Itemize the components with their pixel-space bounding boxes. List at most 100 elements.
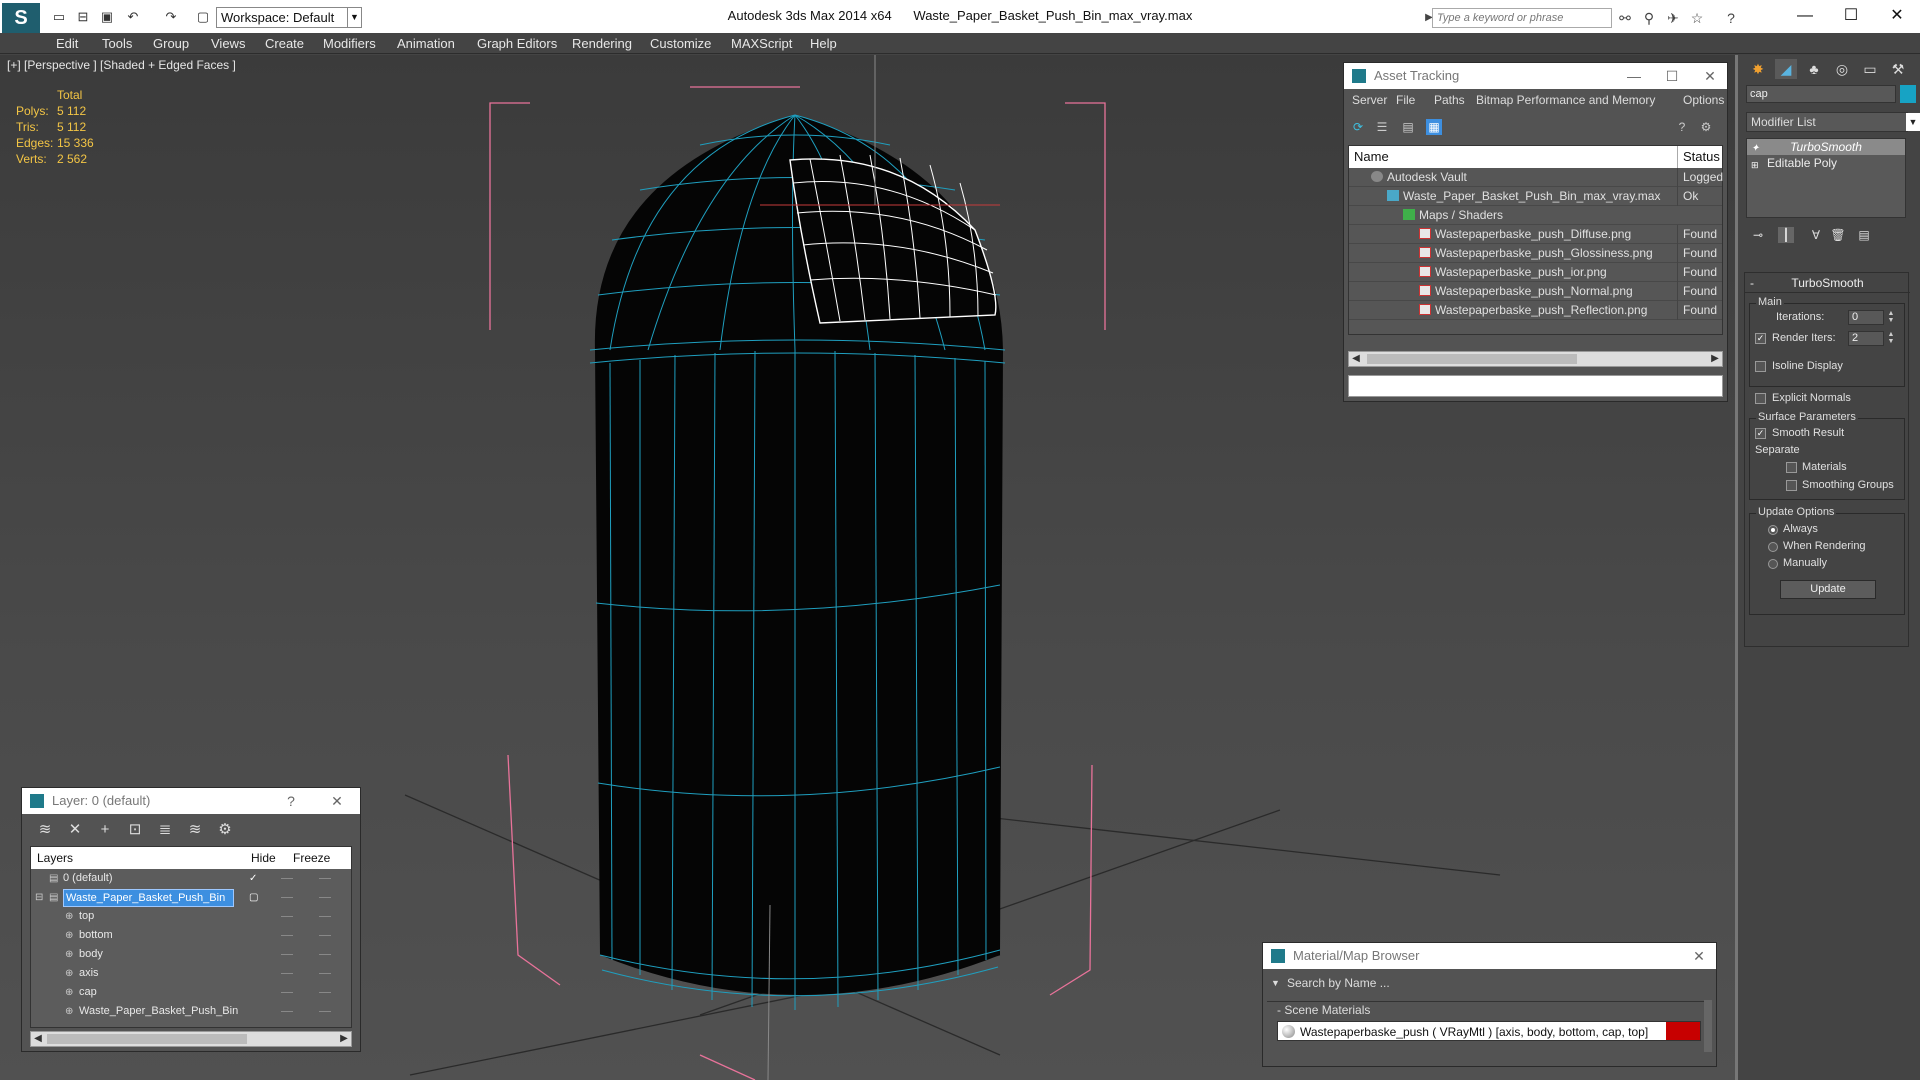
layer-settings-icon[interactable]: ⚙: [216, 821, 234, 839]
close-button[interactable]: ✕: [324, 788, 350, 814]
freeze-toggle[interactable]: [319, 897, 331, 898]
col-name[interactable]: Name: [1354, 146, 1389, 168]
current-layer-box-icon[interactable]: ▢: [249, 888, 258, 907]
table-row[interactable]: Wastepaperbaske_push_ior.png Found: [1349, 263, 1722, 282]
always-radio[interactable]: [1768, 525, 1778, 535]
stack-item-editable-poly[interactable]: ⊞ Editable Poly: [1747, 155, 1905, 171]
menu-modifiers[interactable]: Modifiers: [323, 35, 376, 52]
list-item[interactable]: ⊕ top: [31, 907, 351, 926]
maximize-button[interactable]: ☐: [1659, 63, 1685, 89]
scrollbar-thumb[interactable]: [47, 1034, 247, 1044]
keyword-search-input[interactable]: Type a keyword or phrase: [1432, 8, 1612, 28]
scrollbar-thumb[interactable]: [1367, 354, 1577, 364]
undo-icon[interactable]: ↶: [122, 8, 144, 26]
scroll-left-icon[interactable]: ◀: [1349, 352, 1363, 366]
set-current-layer-icon[interactable]: ≋: [186, 821, 204, 839]
close-button[interactable]: ✕: [1686, 943, 1712, 969]
binoculars-icon[interactable]: ⚯: [1616, 9, 1634, 27]
layer-titlebar[interactable]: Layer: 0 (default) ? ✕: [22, 788, 360, 814]
asset-menu-paths[interactable]: Paths: [1434, 93, 1465, 107]
separate-materials-checkbox[interactable]: [1786, 462, 1797, 473]
iterations-spinner[interactable]: 0: [1848, 310, 1884, 325]
spinner-arrows-icon[interactable]: ▲ ▼: [1886, 310, 1896, 325]
maximize-button[interactable]: ☐: [1828, 2, 1874, 30]
freeze-toggle[interactable]: [319, 954, 331, 955]
hide-toggle[interactable]: [281, 897, 293, 898]
object-color-swatch[interactable]: [1900, 85, 1916, 103]
list-item[interactable]: ⊟ ▤ Waste_Paper_Basket_Push_Bin ▢: [31, 888, 351, 907]
help-icon[interactable]: ?: [1722, 9, 1740, 27]
render-iters-spinner[interactable]: 2: [1848, 331, 1884, 346]
hide-toggle[interactable]: [281, 878, 293, 879]
list-item[interactable]: ⊕ bottom: [31, 926, 351, 945]
freeze-toggle[interactable]: [319, 916, 331, 917]
minimize-button[interactable]: —: [1782, 2, 1828, 30]
menu-maxscript[interactable]: MAXScript: [731, 35, 792, 52]
delete-layer-icon[interactable]: ✕: [66, 821, 84, 839]
asset-horizontal-scrollbar[interactable]: ◀ ▶: [1348, 351, 1723, 367]
object-name-input[interactable]: cap: [1746, 85, 1896, 103]
hide-toggle[interactable]: [281, 992, 293, 993]
new-layer-icon[interactable]: ≋: [36, 821, 54, 839]
asset-menu-bitmap[interactable]: Bitmap Performance and Memory: [1476, 93, 1655, 107]
close-button[interactable]: ✕: [1697, 63, 1723, 89]
asset-tracking-titlebar[interactable]: Asset Tracking — ☐ ✕: [1344, 63, 1727, 89]
hierarchy-tab-icon[interactable]: ♣: [1803, 59, 1825, 79]
table-row[interactable]: Autodesk Vault Logged Out: [1349, 168, 1724, 187]
manually-radio[interactable]: [1768, 559, 1778, 569]
update-button[interactable]: Update: [1780, 580, 1876, 599]
material-search-input[interactable]: ▼ Search by Name ...: [1269, 975, 1709, 992]
freeze-toggle[interactable]: [319, 973, 331, 974]
save-file-icon[interactable]: ▣: [96, 8, 118, 26]
settings-icon[interactable]: ⚙: [1698, 119, 1714, 135]
app-logo-icon[interactable]: S: [2, 3, 40, 33]
select-layer-icon[interactable]: ≣: [156, 821, 174, 839]
list-item[interactable]: ▤ 0 (default) ✓: [31, 869, 351, 888]
render-iters-checkbox[interactable]: ✓: [1755, 333, 1766, 344]
modifier-list-dropdown[interactable]: Modifier List ▼: [1746, 112, 1920, 132]
checkmark-icon[interactable]: ✓: [249, 869, 257, 888]
scene-materials-group[interactable]: - Scene Materials: [1267, 1001, 1707, 1018]
table-row[interactable]: Maps / Shaders: [1349, 206, 1722, 225]
show-end-result-icon[interactable]: ┃: [1778, 227, 1794, 243]
table-row[interactable]: Wastepaperbaske_push_Diffuse.png Found: [1349, 225, 1722, 244]
menu-rendering[interactable]: Rendering: [572, 35, 632, 52]
rollout-title[interactable]: - TurboSmooth: [1745, 273, 1910, 293]
spinner-arrows-icon[interactable]: ▲ ▼: [1886, 331, 1896, 346]
when-rendering-radio[interactable]: [1768, 542, 1778, 552]
menu-help[interactable]: Help: [810, 35, 837, 52]
redo-icon[interactable]: ↷: [160, 8, 182, 26]
col-status[interactable]: Status: [1677, 146, 1724, 168]
create-tab-icon[interactable]: ✸: [1747, 59, 1769, 79]
new-file-icon[interactable]: ▭: [48, 8, 70, 26]
menu-group[interactable]: Group: [153, 35, 189, 52]
menu-views[interactable]: Views: [211, 35, 245, 52]
layer-horizontal-scrollbar[interactable]: ◀ ▶: [30, 1031, 352, 1047]
help-icon[interactable]: ?: [278, 788, 304, 814]
menu-animation[interactable]: Animation: [397, 35, 455, 52]
list-item[interactable]: ⊕ body: [31, 945, 351, 964]
remove-modifier-icon[interactable]: 🗑: [1830, 227, 1846, 243]
smooth-result-checkbox[interactable]: ✓: [1755, 428, 1766, 439]
material-item[interactable]: Wastepaperbaske_push ( VRayMtl ) [axis, …: [1277, 1021, 1701, 1041]
scroll-left-icon[interactable]: ◀: [31, 1032, 45, 1046]
stack-item-turbosmooth[interactable]: ✦ TurboSmooth: [1747, 139, 1905, 155]
explicit-normals-checkbox[interactable]: [1755, 393, 1766, 404]
make-unique-icon[interactable]: ∀: [1808, 227, 1824, 243]
select-objects-icon[interactable]: ⊡: [126, 821, 144, 839]
freeze-toggle[interactable]: [319, 878, 331, 879]
menu-customize[interactable]: Customize: [650, 35, 711, 52]
asset-menu-server[interactable]: Server: [1352, 93, 1387, 107]
help-icon[interactable]: ?: [1674, 119, 1690, 135]
workspace-dropdown[interactable]: Workspace: Default ▼: [216, 7, 362, 28]
hide-toggle[interactable]: [281, 916, 293, 917]
freeze-toggle[interactable]: [319, 1011, 331, 1012]
configure-modifier-sets-icon[interactable]: ▤: [1856, 227, 1872, 243]
asset-path-field[interactable]: [1348, 375, 1723, 397]
separate-smoothing-groups-checkbox[interactable]: [1786, 480, 1797, 491]
table-row[interactable]: Wastepaperbaske_push_Glossiness.png Foun…: [1349, 244, 1722, 263]
grid-view-icon[interactable]: ▦: [1426, 119, 1442, 135]
favorites-star-icon[interactable]: ☆: [1688, 9, 1706, 27]
list-view-icon[interactable]: ☰: [1374, 119, 1390, 135]
scroll-right-icon[interactable]: ▶: [1708, 352, 1722, 366]
